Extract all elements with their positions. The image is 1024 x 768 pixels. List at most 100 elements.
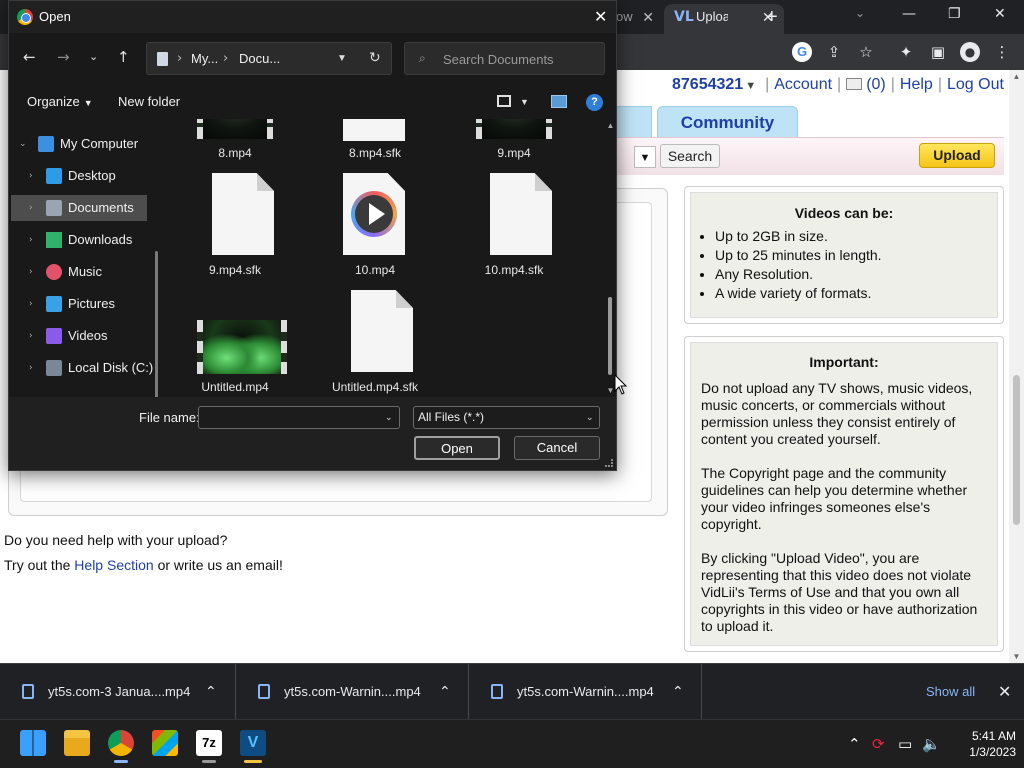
help-icon[interactable]: ?	[586, 94, 603, 111]
download-item[interactable]: yt5s.com-Warnin....mp4 ⌃	[236, 664, 469, 720]
profile-avatar-icon[interactable]: ●	[960, 42, 980, 62]
nav-item-videos[interactable]: › Videos	[11, 323, 147, 349]
collapsed-chevron-icon[interactable]: ›	[29, 227, 33, 253]
chevron-up-icon[interactable]: ⌃	[672, 664, 684, 720]
recent-locations-chevron-icon[interactable]: ⌄	[89, 47, 98, 67]
upload-button[interactable]: Upload	[919, 143, 995, 168]
download-item[interactable]: yt5s.com-3 Janua....mp4 ⌃	[0, 664, 236, 720]
up-arrow-icon[interactable]: ↑	[117, 47, 130, 67]
collapsed-chevron-icon[interactable]: ›	[29, 195, 33, 221]
chevron-up-icon[interactable]: ⌃	[205, 664, 217, 720]
file-item[interactable]: 8.mp4.sfk	[315, 119, 435, 160]
nav-item-desktop[interactable]: › Desktop	[11, 163, 147, 189]
nav-item-my-computer[interactable]: ⌄ My Computer	[11, 131, 147, 157]
bookmark-star-icon[interactable]: ☆	[856, 42, 876, 62]
vidlii-app-icon[interactable]: V	[240, 730, 266, 756]
view-mode-icon[interactable]	[497, 95, 511, 107]
nav-tab-partial[interactable]	[616, 106, 652, 137]
sync-alert-icon[interactable]: ⟳	[872, 720, 885, 768]
file-list-scrollbar[interactable]: ▲ ▼	[605, 119, 616, 397]
dialog-search-input[interactable]	[443, 49, 593, 69]
file-name-combobox[interactable]: ⌄	[198, 406, 400, 429]
file-explorer-icon[interactable]	[64, 730, 90, 756]
scroll-up-icon[interactable]: ▲	[605, 121, 616, 130]
chrome-icon[interactable]	[108, 730, 134, 756]
preview-pane-icon[interactable]	[551, 95, 567, 108]
google-icon[interactable]: G	[792, 42, 812, 62]
new-tab-button[interactable]: +	[766, 4, 778, 30]
nav-pane-scrollbar[interactable]	[155, 251, 158, 401]
page-scrollbar-thumb[interactable]	[1013, 375, 1020, 525]
user-dropdown-caret-icon[interactable]: ▼	[745, 80, 756, 92]
minimize-icon[interactable]: —	[902, 4, 916, 24]
forward-arrow-icon[interactable]: →	[57, 47, 70, 67]
dialog-search-box[interactable]: ⌕	[404, 42, 605, 75]
breadcrumb-item[interactable]: My...	[191, 43, 218, 74]
search-button[interactable]: Search	[660, 144, 720, 168]
collapsed-chevron-icon[interactable]: ›	[29, 355, 33, 381]
user-id-link[interactable]: 87654321	[672, 76, 743, 93]
collapsed-chevron-icon[interactable]: ›	[29, 259, 33, 285]
nav-item-pictures[interactable]: › Pictures	[11, 291, 147, 317]
restore-icon[interactable]: ❐	[948, 4, 961, 24]
collapsed-chevron-icon[interactable]: ›	[29, 291, 33, 317]
nav-tab-community[interactable]: Community	[657, 106, 798, 137]
microsoft-store-icon[interactable]	[152, 730, 178, 756]
start-windows-icon[interactable]	[20, 730, 46, 756]
display-icon[interactable]: ▭	[898, 720, 912, 768]
file-list-scrollbar-thumb[interactable]	[608, 297, 612, 375]
file-item[interactable]: Untitled.mp4.sfk	[315, 290, 435, 394]
open-button[interactable]: Open	[414, 436, 500, 460]
new-folder-button[interactable]: New folder	[118, 85, 180, 119]
tab-close-icon[interactable]: ✕	[642, 4, 654, 30]
address-dropdown-chevron-icon[interactable]: ▼	[337, 43, 347, 74]
download-item[interactable]: yt5s.com-Warnin....mp4 ⌃	[469, 664, 702, 720]
expanded-chevron-icon[interactable]: ⌄	[19, 131, 27, 157]
side-panel-icon[interactable]: ▣	[928, 42, 948, 62]
scroll-up-icon[interactable]: ▲	[1009, 72, 1024, 81]
page-scrollbar[interactable]: ▲ ▼	[1009, 70, 1024, 663]
help-link[interactable]: Help	[900, 76, 933, 93]
mail-icon[interactable]	[846, 78, 863, 90]
nav-item-downloads[interactable]: › Downloads	[11, 227, 147, 253]
volume-icon[interactable]: 🔈	[922, 720, 941, 768]
window-close-icon[interactable]: ✕	[994, 4, 1006, 24]
breadcrumb-chevron-icon[interactable]: ›	[177, 43, 182, 74]
logout-link[interactable]: Log Out	[947, 76, 1004, 93]
breadcrumb-chevron-icon[interactable]: ›	[223, 43, 228, 74]
7zip-icon[interactable]: 7z	[196, 730, 222, 756]
nav-item-music[interactable]: › Music	[11, 259, 147, 285]
collapsed-chevron-icon[interactable]: ›	[29, 163, 33, 189]
file-item[interactable]: 10.mp4	[315, 173, 435, 277]
file-item[interactable]: Untitled.mp4	[175, 290, 295, 394]
file-item[interactable]: 9.mp4	[454, 119, 574, 160]
nav-item-local-disk[interactable]: › Local Disk (C:)	[11, 355, 153, 381]
refresh-icon[interactable]: ↻	[369, 43, 381, 74]
file-name-input[interactable]	[203, 409, 373, 426]
file-type-select[interactable]: All Files (*.*) ⌄	[413, 406, 600, 429]
nav-item-documents[interactable]: › Documents	[11, 195, 147, 221]
collapsed-chevron-icon[interactable]: ›	[29, 323, 33, 349]
browser-tab-partial[interactable]: ow ✕	[610, 4, 660, 30]
file-item[interactable]: 9.mp4.sfk	[175, 173, 295, 277]
file-name-dropdown-icon[interactable]: ⌄	[385, 407, 393, 428]
account-link[interactable]: Account	[774, 76, 832, 93]
menu-kebab-icon[interactable]: ⋮	[992, 42, 1012, 62]
cancel-button[interactable]: Cancel	[514, 436, 600, 460]
breadcrumb-item[interactable]: Docu...	[239, 43, 280, 74]
extensions-puzzle-icon[interactable]: ✦	[896, 42, 916, 62]
search-category-dropdown[interactable]: ▼	[634, 146, 656, 168]
file-item[interactable]: 10.mp4.sfk	[454, 173, 574, 277]
tab-search-chevron-icon[interactable]: ⌄	[855, 6, 865, 20]
file-type-dropdown-icon[interactable]: ⌄	[586, 407, 594, 428]
tray-chevron-up-icon[interactable]: ⌃	[848, 720, 861, 768]
dialog-close-icon[interactable]: ✕	[594, 1, 607, 33]
taskbar-clock[interactable]: 5:41 AM 1/3/2023	[950, 728, 1016, 760]
scroll-down-icon[interactable]: ▼	[1009, 652, 1024, 661]
messages-count-link[interactable]: (0)	[866, 76, 886, 93]
address-bar[interactable]: › My... › Docu... ▼ ↻	[146, 42, 392, 75]
organize-button[interactable]: Organize ▼	[27, 85, 93, 120]
show-all-button[interactable]: Show all	[926, 664, 975, 720]
resize-grip-icon[interactable]	[605, 459, 613, 467]
close-downloads-icon[interactable]: ✕	[998, 664, 1011, 720]
